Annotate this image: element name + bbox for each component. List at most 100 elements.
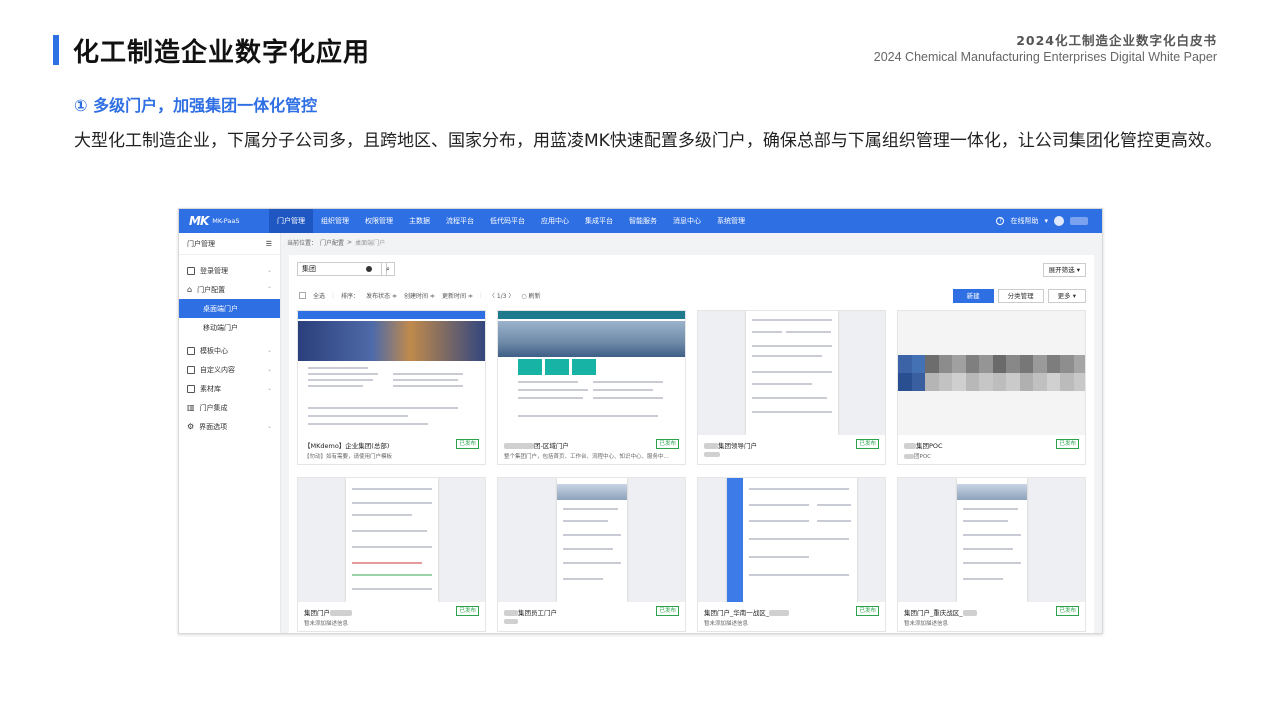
sidebar-item-asset-library[interactable]: 素材库 ⌄ (179, 379, 280, 398)
expand-filter-button[interactable]: 展开筛选 ▾ (1042, 263, 1086, 277)
custom-icon (187, 365, 195, 374)
portal-card-description: 暂未添加描述信息 (904, 621, 949, 627)
nav-portal-management[interactable]: 门户管理 (269, 209, 313, 233)
chevron-down-icon: ⌄ (266, 347, 272, 354)
nav-system-management[interactable]: 系统管理 (709, 209, 753, 233)
pixelated-thumbnail (898, 355, 1085, 391)
nav-org-management[interactable]: 组织管理 (313, 209, 357, 233)
status-badge: 已发布 (1056, 439, 1079, 449)
sort-publish-status[interactable]: 发布状态 ≑ (366, 291, 397, 300)
nav-permission-management[interactable]: 权限管理 (357, 209, 401, 233)
portal-card-description: 整个集团门户，包括首页、工作台、流程中心、知识中心、服务中... (504, 454, 669, 460)
select-all-checkbox[interactable] (299, 292, 306, 299)
avatar[interactable] (1054, 216, 1064, 226)
sort-create-time[interactable]: 创建时间 ≑ (404, 291, 435, 300)
portal-thumbnail (698, 311, 885, 435)
sidebar-subitem-desktop-portal[interactable]: 桌面端门户 (179, 299, 280, 318)
portal-thumbnail (498, 478, 685, 602)
category-management-button[interactable]: 分类管理 (997, 289, 1044, 303)
main-content: 当前位置： 门户配置 > 桌面端门户 集团 ⌕ 展开筛选 ▾ 全选 | 排序： … (281, 233, 1102, 633)
breadcrumb: 当前位置： 门户配置 > 桌面端门户 (281, 233, 1102, 251)
nav-lowcode-platform[interactable]: 低代码平台 (482, 209, 533, 233)
portal-card[interactable]: 团-区域门户 已发布 整个集团门户，包括首页、工作台、流程中心、知识中心、服务中… (497, 310, 686, 465)
portal-card-name: 集团POC (904, 440, 943, 450)
sidebar-item-label: 登录管理 (200, 266, 228, 275)
nav-master-data[interactable]: 主数据 (401, 209, 438, 233)
status-badge: 已发布 (1056, 606, 1079, 616)
portal-card[interactable]: 【MKdemo】企业集团(总部) 已发布 【勿动】如有需要，请使用门户模板 (297, 310, 486, 465)
search-icon[interactable]: ⌕ (381, 262, 395, 276)
list-actions: 新建 分类管理 更多 ▾ (952, 289, 1086, 303)
sidebar-item-portal-config[interactable]: ⌂ 门户配置 ⌃ (179, 280, 280, 299)
sidebar-item-ui-options[interactable]: ⚙ 界面选项 ⌄ (179, 417, 280, 436)
nav-app-center[interactable]: 应用中心 (533, 209, 577, 233)
sort-update-time[interactable]: 更新时间 ≑ (442, 291, 473, 300)
portal-card-name: 集团员工门户 (504, 607, 557, 617)
nav-integration-platform[interactable]: 集成平台 (577, 209, 621, 233)
help-link[interactable]: 在线帮助 (1010, 216, 1038, 226)
app-logo[interactable]: MK MK-PaaS (179, 214, 269, 228)
portal-card-name: 集团门户_华南一战区_ (704, 607, 789, 617)
portal-card[interactable]: 集团门户_重庆战区_ 已发布 暂未添加描述信息 (897, 477, 1086, 632)
portal-card[interactable]: 集团领导门户 已发布 (697, 310, 886, 465)
sidebar-item-label: 自定义内容 (200, 365, 235, 374)
search-input[interactable]: 集团 (297, 262, 387, 276)
portal-card-name-text: 集团门户 (304, 609, 330, 617)
nav-process-platform[interactable]: 流程平台 (438, 209, 482, 233)
chevron-down-icon: ⌄ (266, 385, 272, 392)
sidebar-header: 门户管理 ☰ (179, 233, 280, 255)
pager[interactable]: 〈 1/3 〉 (489, 291, 514, 300)
status-badge: 已发布 (456, 606, 479, 616)
refresh-button[interactable]: ○ 刷新 (521, 291, 540, 300)
sidebar-title: 门户管理 (187, 239, 215, 248)
status-badge: 已发布 (656, 606, 679, 616)
portal-card-grid: 【MKdemo】企业集团(总部) 已发布 【勿动】如有需要，请使用门户模板 团-… (297, 310, 1086, 632)
portal-card[interactable]: 集团员工门户 已发布 (497, 477, 686, 632)
portal-card-name: 集团领导门户 (704, 440, 757, 450)
portal-card[interactable]: 集团门户_华南一战区_ 已发布 暂未添加描述信息 (697, 477, 886, 632)
more-button[interactable]: 更多 ▾ (1047, 289, 1086, 303)
sidebar-item-template-center[interactable]: 模板中心 ⌄ (179, 341, 280, 360)
sidebar-item-portal-integration[interactable]: ▥ 门户集成 (179, 398, 280, 417)
portal-card-name-text: 团-区域门户 (534, 442, 569, 450)
help-icon[interactable]: ? (996, 217, 1005, 225)
nav-message-center[interactable]: 消息中心 (665, 209, 709, 233)
portal-card[interactable]: 集团门户 已发布 暂未添加描述信息 (297, 477, 486, 632)
monitor-icon (187, 266, 195, 275)
sidebar-item-label: 门户配置 (197, 285, 226, 294)
chevron-down-icon: ▾ (1044, 217, 1048, 225)
status-badge: 已发布 (656, 439, 679, 449)
breadcrumb-separator: > (347, 238, 353, 246)
portal-thumbnail (898, 478, 1085, 602)
sidebar-item-login-management[interactable]: 登录管理 ⌄ (179, 261, 280, 280)
folder-icon (187, 384, 195, 393)
portal-card-description-text: 团POC (914, 454, 931, 460)
portal-list-panel: 集团 ⌕ 展开筛选 ▾ 全选 | 排序： 发布状态 ≑ 创建时间 ≑ 更新时间 … (289, 255, 1094, 633)
portal-card-name-text: 集团领导门户 (718, 442, 757, 450)
breadcrumb-prefix: 当前位置： (287, 239, 318, 247)
sidebar-subitem-mobile-portal[interactable]: 移动端门户 (179, 318, 280, 337)
breadcrumb-portal-config[interactable]: 门户配置 (320, 238, 344, 247)
clear-icon[interactable] (366, 266, 372, 272)
new-button[interactable]: 新建 (952, 289, 994, 303)
breadcrumb-desktop-portal: 桌面端门户 (355, 239, 386, 247)
page-title: 化工制造企业数字化应用 (73, 38, 371, 68)
list-toolbar: 全选 | 排序： 发布状态 ≑ 创建时间 ≑ 更新时间 ≑ | 〈 1/3 〉 … (299, 291, 541, 300)
sidebar-item-label: 界面选项 (199, 422, 228, 431)
user-name-blurred[interactable] (1070, 217, 1088, 225)
sidebar-item-custom-content[interactable]: 自定义内容 ⌄ (179, 360, 280, 379)
collapse-menu-icon[interactable]: ☰ (266, 240, 272, 248)
nav-smart-service[interactable]: 智能服务 (621, 209, 665, 233)
chevron-down-icon: ⌄ (266, 267, 272, 274)
chevron-up-icon: ⌃ (266, 286, 272, 293)
sort-label: 排序： (341, 293, 360, 300)
portal-card-name: 【MKdemo】企业集团(总部) (304, 442, 390, 450)
status-badge: 已发布 (456, 439, 479, 449)
section-paragraph: 大型化工制造企业，下属分子公司多，且跨地区、国家分布，用蓝凌MK快速配置多级门户… (74, 131, 1222, 151)
portal-card[interactable]: 集团POC 已发布 团POC (897, 310, 1086, 465)
title-accent-bar (53, 35, 59, 65)
portal-card-name-text: 集团POC (916, 442, 943, 450)
portal-thumbnail (498, 311, 685, 435)
chart-icon: ▥ (187, 403, 195, 412)
portal-card-description: 暂未添加描述信息 (704, 621, 749, 627)
